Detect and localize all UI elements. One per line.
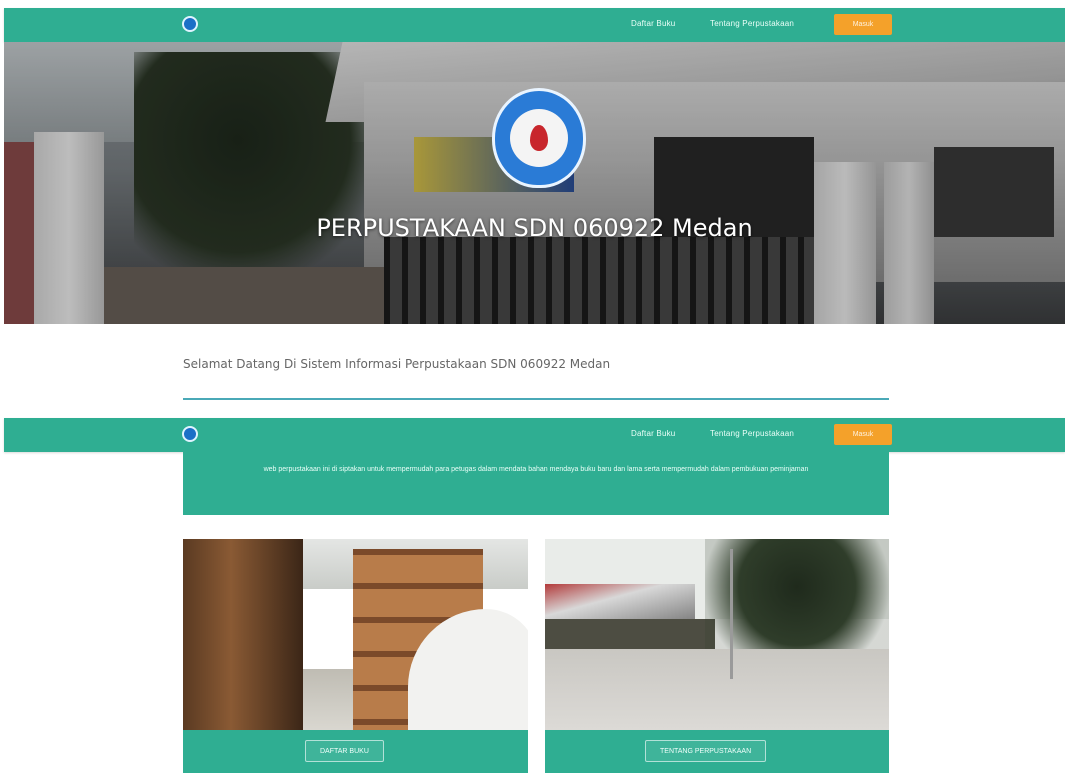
card-daftar-buku: DAFTAR BUKU [183,539,528,773]
nav-link-daftar-buku[interactable]: Daftar Buku [631,19,675,28]
schoolyard-photo-flagpole [730,549,733,679]
nav-link-tentang-perpustakaan[interactable]: Tentang Perpustakaan [710,429,794,438]
nav-link-tentang-perpustakaan[interactable]: Tentang Perpustakaan [710,19,794,28]
library-photo [183,539,528,730]
daftar-buku-button[interactable]: DAFTAR BUKU [305,740,384,762]
tentang-perpustakaan-button[interactable]: TENTANG PERPUSTAKAAN [645,740,767,762]
brand-logo-icon[interactable] [182,426,198,442]
nav-link-daftar-buku[interactable]: Daftar Buku [631,429,675,438]
schoolyard-photo-ground [545,649,889,730]
schoolyard-photo-roof [545,584,695,624]
section-divider [183,398,889,400]
login-button[interactable]: Masuk [834,424,892,445]
tut-wuri-handayani-logo-icon [492,88,586,188]
info-description-box: web perpustakaan ini di siptakan untuk m… [183,452,889,515]
library-photo-shelf [183,539,303,730]
schoolyard-photo [545,539,889,730]
card-footer: TENTANG PERPUSTAKAAN [545,730,889,773]
hero-banner: PERPUSTAKAAN SDN 060922 Medan [4,42,1065,324]
hero-title: PERPUSTAKAAN SDN 060922 Medan [316,214,753,242]
card-footer: DAFTAR BUKU [183,730,528,773]
top-navbar: Daftar Buku Tentang Perpustakaan Masuk [4,8,1065,42]
logo-flame [530,125,548,151]
card-tentang-perpustakaan: TENTANG PERPUSTAKAAN [545,539,889,773]
brand-logo-icon[interactable] [182,16,198,32]
welcome-text: Selamat Datang Di Sistem Informasi Perpu… [183,357,611,371]
secondary-navbar: Daftar Buku Tentang Perpustakaan Masuk [4,418,1065,452]
logo-inner [510,109,568,167]
login-button[interactable]: Masuk [834,14,892,35]
